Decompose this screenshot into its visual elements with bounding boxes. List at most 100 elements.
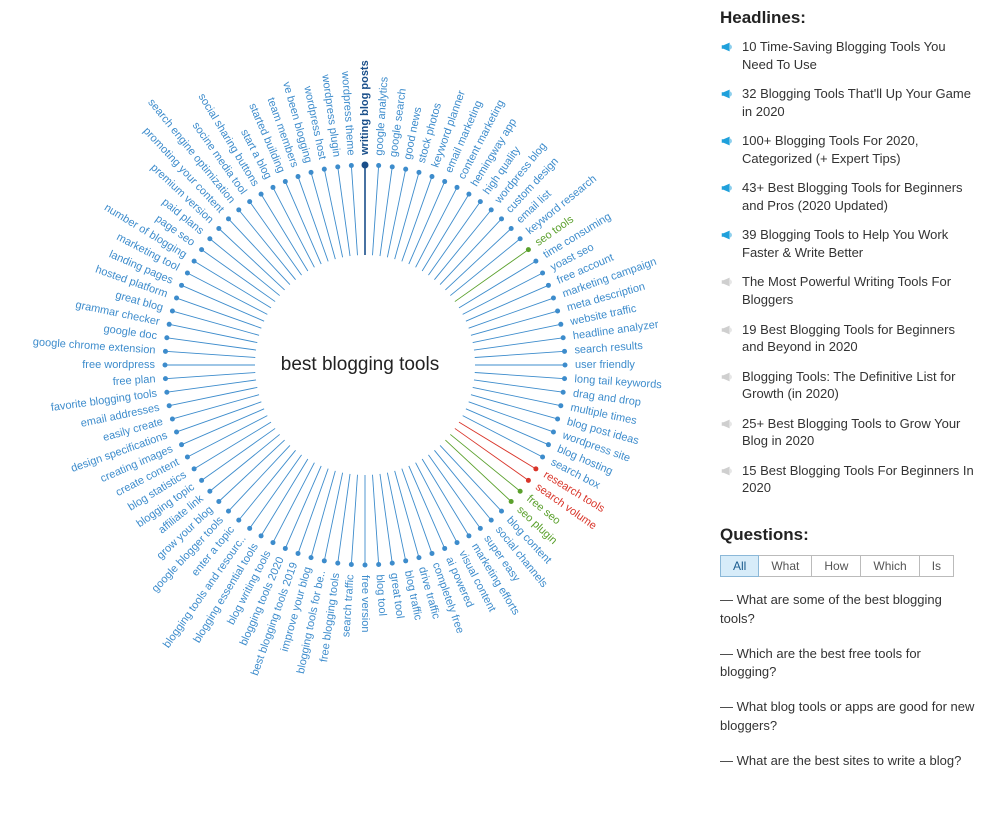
radial-node-dot[interactable]: [540, 455, 545, 460]
radial-node-dot[interactable]: [442, 546, 447, 551]
radial-node-dot[interactable]: [489, 518, 494, 523]
radial-node-dot[interactable]: [376, 163, 381, 168]
radial-node-dot[interactable]: [478, 199, 483, 204]
radial-node-dot[interactable]: [226, 216, 231, 221]
headline-item[interactable]: 19 Best Blogging Tools for Beginners and…: [720, 321, 980, 356]
radial-node-dot[interactable]: [562, 349, 567, 354]
radial-node-dot[interactable]: [390, 561, 395, 566]
radial-node-dot[interactable]: [163, 349, 168, 354]
radial-node-dot[interactable]: [322, 558, 327, 563]
radial-node-dot[interactable]: [164, 390, 169, 395]
radial-node-dot[interactable]: [563, 363, 568, 368]
radial-node-dot[interactable]: [429, 174, 434, 179]
radial-node-dot[interactable]: [335, 164, 340, 169]
questions-tab-all[interactable]: All: [720, 555, 759, 577]
radial-node-dot[interactable]: [558, 403, 563, 408]
radial-node-label[interactable]: free plan: [112, 373, 156, 388]
radial-node-dot[interactable]: [455, 185, 460, 190]
radial-node-dot[interactable]: [546, 283, 551, 288]
radial-node-label[interactable]: free wordpress: [82, 359, 155, 371]
headline-item[interactable]: 10 Time-Saving Blogging Tools You Need T…: [720, 38, 980, 73]
radial-node-label[interactable]: search traffic: [340, 574, 356, 638]
radial-node-dot[interactable]: [540, 270, 545, 275]
headline-item[interactable]: Blogging Tools: The Definitive List for …: [720, 368, 980, 403]
radial-node-dot[interactable]: [416, 170, 421, 175]
radial-node-dot[interactable]: [185, 455, 190, 460]
questions-tab-how[interactable]: How: [812, 555, 861, 577]
radial-node-label[interactable]: search results: [574, 340, 644, 357]
radial-node-dot[interactable]: [296, 551, 301, 556]
radial-node-dot[interactable]: [509, 499, 514, 504]
radial-node-dot[interactable]: [163, 363, 168, 368]
radial-node-label[interactable]: google analytics: [373, 76, 390, 156]
radial-node-dot[interactable]: [349, 562, 354, 567]
radial-node-dot[interactable]: [216, 226, 221, 231]
radial-node-dot[interactable]: [561, 390, 566, 395]
radial-node-dot[interactable]: [499, 216, 504, 221]
headline-item[interactable]: 15 Best Blogging Tools For Beginners In …: [720, 462, 980, 497]
radial-node-dot[interactable]: [376, 562, 381, 567]
radial-node-dot[interactable]: [259, 192, 264, 197]
radial-node-dot[interactable]: [403, 167, 408, 172]
questions-tab-what[interactable]: What: [759, 555, 812, 577]
radial-node-dot[interactable]: [309, 555, 314, 560]
radial-node-dot[interactable]: [236, 518, 241, 523]
question-item[interactable]: What blog tools or apps are good for new…: [720, 698, 980, 736]
radial-node-dot[interactable]: [179, 283, 184, 288]
radial-node-label[interactable]: great tool: [388, 572, 406, 619]
radial-node-dot[interactable]: [259, 533, 264, 538]
radial-node-dot[interactable]: [207, 489, 212, 494]
radial-node-dot[interactable]: [216, 499, 221, 504]
radial-node-dot[interactable]: [179, 442, 184, 447]
headline-item[interactable]: 39 Blogging Tools to Help You Work Faste…: [720, 226, 980, 261]
radial-node-dot[interactable]: [192, 466, 197, 471]
radial-node-dot[interactable]: [555, 416, 560, 421]
radial-node-label[interactable]: free version: [359, 575, 371, 632]
radial-node-dot[interactable]: [403, 558, 408, 563]
radial-node-dot[interactable]: [174, 296, 179, 301]
question-item[interactable]: What are the best sites to write a blog?: [720, 752, 980, 771]
radial-node-dot[interactable]: [167, 322, 172, 327]
radial-node-dot[interactable]: [207, 236, 212, 241]
radial-node-dot[interactable]: [551, 429, 556, 434]
headline-item[interactable]: 32 Blogging Tools That'll Up Your Game i…: [720, 85, 980, 120]
radial-node-dot[interactable]: [247, 526, 252, 531]
radial-node-dot[interactable]: [174, 429, 179, 434]
radial-node-dot[interactable]: [170, 309, 175, 314]
radial-node-dot[interactable]: [466, 192, 471, 197]
radial-node-dot[interactable]: [555, 309, 560, 314]
radial-node-dot[interactable]: [335, 561, 340, 566]
radial-node-dot[interactable]: [309, 170, 314, 175]
radial-node-dot[interactable]: [561, 335, 566, 340]
radial-node-dot[interactable]: [526, 247, 531, 252]
question-item[interactable]: Which are the best free tools for bloggi…: [720, 645, 980, 683]
radial-node-dot[interactable]: [518, 489, 523, 494]
headline-item[interactable]: 25+ Best Blogging Tools to Grow Your Blo…: [720, 415, 980, 450]
radial-node-dot[interactable]: [199, 478, 204, 483]
radial-node-dot[interactable]: [236, 207, 241, 212]
radial-node-dot[interactable]: [489, 207, 494, 212]
radial-node-dot[interactable]: [442, 179, 447, 184]
radial-node-dot[interactable]: [349, 163, 354, 168]
radial-node-dot[interactable]: [429, 551, 434, 556]
radial-node-dot[interactable]: [199, 247, 204, 252]
radial-node-dot[interactable]: [466, 533, 471, 538]
radial-node-dot[interactable]: [478, 526, 483, 531]
radial-node-dot[interactable]: [270, 185, 275, 190]
radial-node-dot[interactable]: [296, 174, 301, 179]
radial-node-dot[interactable]: [518, 236, 523, 241]
radial-node-dot[interactable]: [562, 376, 567, 381]
radial-node-dot[interactable]: [526, 478, 531, 483]
radial-node-dot[interactable]: [533, 259, 538, 264]
radial-node-dot[interactable]: [226, 509, 231, 514]
radial-node-label[interactable]: writing blog posts: [359, 60, 371, 156]
radial-node-dot[interactable]: [390, 164, 395, 169]
headline-item[interactable]: The Most Powerful Writing Tools For Blog…: [720, 273, 980, 308]
radial-node-dot[interactable]: [185, 270, 190, 275]
radial-node-label[interactable]: user friendly: [575, 359, 635, 371]
radial-node-label[interactable]: blog tool: [373, 574, 388, 616]
radial-node-dot[interactable]: [283, 546, 288, 551]
radial-node-dot[interactable]: [546, 442, 551, 447]
radial-node-dot[interactable]: [247, 199, 252, 204]
radial-node-dot[interactable]: [558, 322, 563, 327]
